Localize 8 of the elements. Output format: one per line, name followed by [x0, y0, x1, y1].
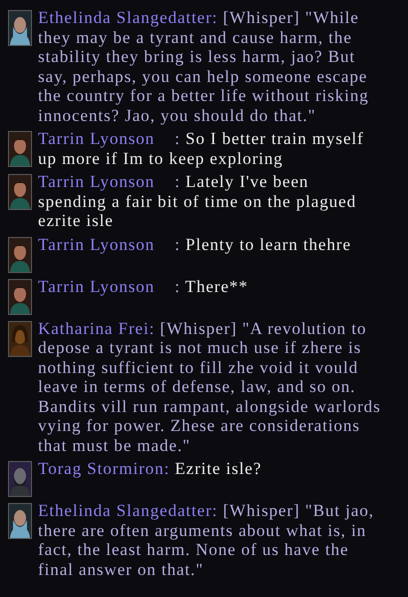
chat-message: Tarrin Lyonson : Plenty to learn thehre	[38, 234, 352, 254]
chat-message: Tarrin Lyonson : Lately I've been spending a fair bit of time on the plagued ezrite isle	[38, 172, 358, 230]
chat-message: Torag Stormiron: Ezrite isle?	[38, 459, 263, 478]
chat-message: Tarrin Lyonson : So I better train myself up more if Im to keep exploring	[38, 129, 365, 168]
chat-message: Ethelinda Slangedatter: [Whisper] "While they may be a tyrant and cause harm, the stability they bring is less harm, jao? But say, perhaps, you can help someone escape the country for a better life without risking innocents? Jao, you should do that."	[38, 8, 370, 125]
chat-message: Ethelinda Slangedatter: [Whisper] "But jao, there are often arguments about what is, in fact, the least harm. None of us have the final answer on that."	[38, 501, 375, 579]
chat-message: Tarrin Lyonson : There**	[38, 276, 250, 296]
chat-message: Katharina Frei: [Whisper] "A revolution to depose a tyrant is not much use if zhere is nothing sufficient to fill zhe void it vould leave in terms of defense, law, and so on. Bandits vill run rampant, alongside warlords vying for power. Zhese are considerations that must be made."	[38, 318, 382, 455]
